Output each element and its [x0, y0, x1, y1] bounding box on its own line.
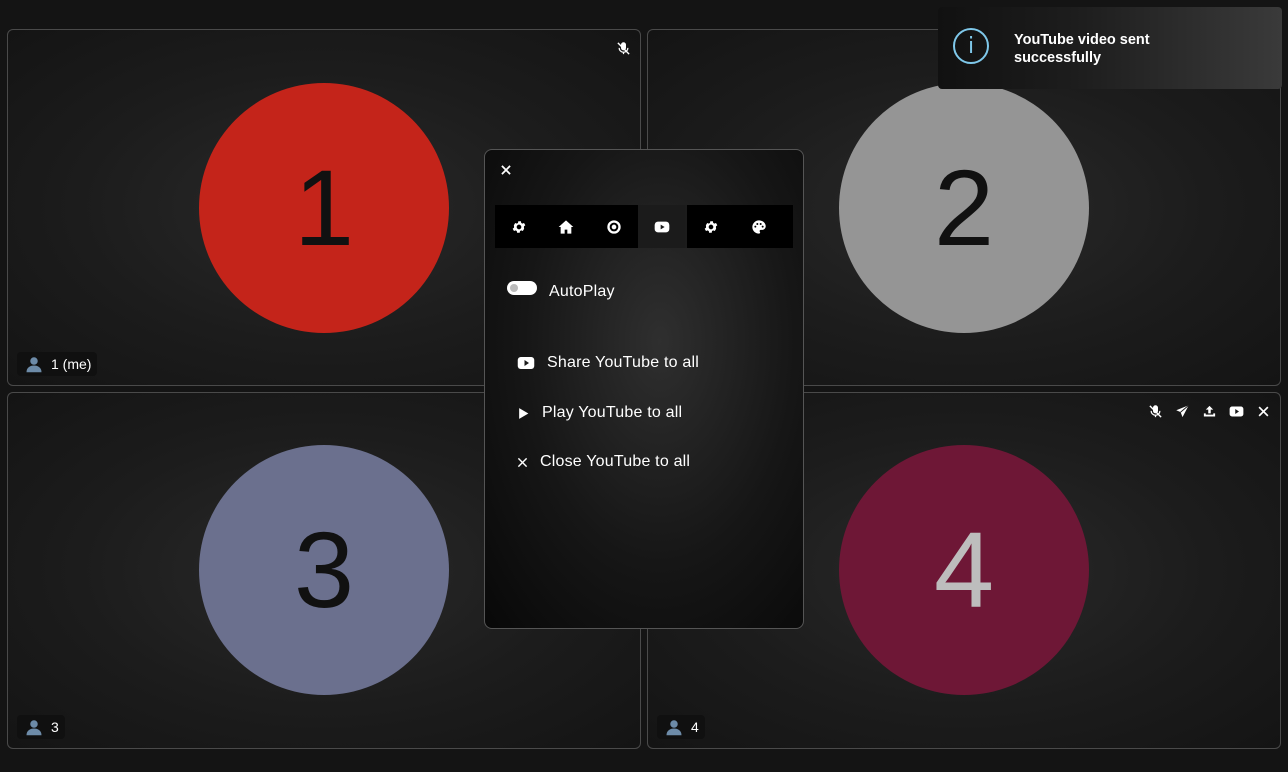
toast-message: YouTube video sent successfully	[1014, 32, 1150, 66]
avatar: 2	[839, 83, 1089, 333]
youtube-icon	[517, 357, 535, 369]
close-icon[interactable]	[1254, 402, 1272, 420]
share-youtube-button[interactable]: Share YouTube to all	[517, 354, 699, 372]
tab-room[interactable]	[543, 205, 591, 248]
participant-name-tag: 3	[17, 715, 65, 739]
avatar: 4	[839, 445, 1089, 695]
avatar-number: 1	[293, 147, 355, 268]
user-icon	[26, 720, 42, 736]
autoplay-row: AutoPlay	[507, 280, 615, 301]
avatar: 3	[199, 445, 449, 695]
tab-theme[interactable]	[735, 205, 783, 248]
participant-name-tag: 4	[657, 715, 705, 739]
close-youtube-button[interactable]: Close YouTube to all	[517, 453, 690, 471]
participant-name: 4	[691, 719, 699, 735]
close-icon	[517, 457, 528, 467]
toast-notification: i YouTube video sent successfully	[938, 7, 1282, 89]
gear-icon	[704, 220, 718, 233]
avatar-number: 3	[293, 509, 355, 630]
tile-1-controls	[614, 39, 632, 57]
upload-icon[interactable]	[1200, 402, 1218, 420]
play-youtube-label: Play YouTube to all	[542, 404, 683, 421]
share-youtube-label: Share YouTube to all	[547, 354, 699, 371]
record-icon	[607, 219, 621, 234]
close-youtube-label: Close YouTube to all	[540, 453, 691, 470]
gear-icon	[512, 220, 526, 233]
avatar-number: 2	[933, 147, 995, 268]
tab-recording[interactable]	[590, 205, 638, 248]
tab-advanced[interactable]	[685, 205, 735, 248]
settings-tabs	[495, 205, 793, 248]
tile-4-controls	[1146, 402, 1272, 420]
youtube-icon[interactable]	[1227, 402, 1245, 420]
participant-name: 3	[51, 719, 59, 735]
settings-panel: AutoPlay Share YouTube to all Play YouTu…	[484, 149, 804, 629]
close-icon	[501, 165, 511, 175]
autoplay-toggle[interactable]	[507, 280, 537, 295]
avatar-number: 4	[933, 509, 995, 630]
home-icon	[559, 219, 574, 234]
participant-name-tag: 1 (me)	[17, 352, 98, 376]
youtube-icon	[654, 221, 669, 232]
play-youtube-button[interactable]: Play YouTube to all	[517, 404, 682, 422]
mic-off-icon[interactable]	[614, 39, 632, 57]
user-icon	[26, 357, 42, 373]
autoplay-label: AutoPlay	[549, 283, 615, 300]
palette-icon	[752, 219, 766, 234]
tab-youtube[interactable]	[637, 205, 686, 248]
user-icon	[666, 720, 682, 736]
participant-name: 1 (me)	[51, 356, 92, 372]
avatar: 1	[199, 83, 449, 333]
tab-settings[interactable]	[495, 205, 543, 248]
mic-off-icon[interactable]	[1146, 402, 1164, 420]
send-icon[interactable]	[1173, 402, 1191, 420]
info-icon: i	[953, 28, 989, 64]
play-icon	[519, 407, 529, 419]
close-panel-button[interactable]	[497, 161, 515, 179]
